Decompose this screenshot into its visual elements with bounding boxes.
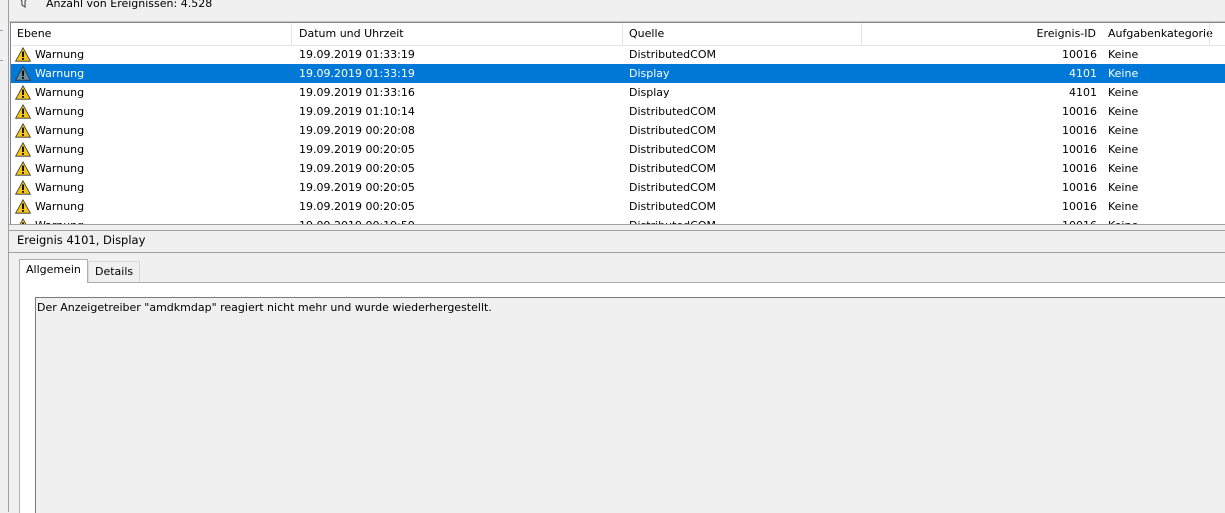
tab-general[interactable]: Allgemein (19, 259, 88, 283)
event-id-cell: 10016 (1062, 181, 1097, 194)
column-header-task-category[interactable]: Aufgabenkategorie (1102, 23, 1225, 45)
warning-icon (15, 104, 31, 119)
column-header-datetime[interactable]: Datum und Uhrzeit (293, 23, 623, 45)
datetime-cell: 19.09.2019 00:20:08 (299, 124, 415, 137)
level-cell: Warnung (35, 105, 85, 118)
datetime-cell: 19.09.2019 01:33:16 (299, 86, 415, 99)
event-id-cell: 10016 (1062, 143, 1097, 156)
level-cell: Warnung (35, 124, 85, 137)
task-category-cell: Keine (1108, 48, 1139, 61)
warning-icon (15, 180, 31, 195)
event-list[interactable]: Ebene Datum und Uhrzeit Quelle Ereignis-… (10, 22, 1225, 225)
datetime-cell: 19.09.2019 01:33:19 (299, 48, 415, 61)
event-count-bar: Anzahl von Ereignissen: 4.528 (9, 0, 1225, 22)
event-detail-title: Ereignis 4101, Display (17, 233, 146, 247)
event-message: Der Anzeigetreiber "amdkmdap" reagiert n… (37, 301, 492, 314)
source-cell: DistributedCOM (629, 48, 716, 61)
task-category-cell: Keine (1108, 181, 1139, 194)
table-row[interactable]: Warnung 19.09.2019 00:20:05 DistributedCOM… (11, 140, 1225, 159)
column-header-source[interactable]: Quelle (623, 23, 861, 45)
task-category-cell: Keine (1108, 124, 1139, 137)
table-row[interactable]: Warnung 19.09.2019 00:20:08 DistributedCOM… (11, 121, 1225, 140)
datetime-cell: 19.09.2019 00:20:05 (299, 143, 415, 156)
navigation-pane-edge (0, 0, 9, 512)
column-header-event-id[interactable]: Ereignis-ID (862, 23, 1102, 45)
level-cell: Warnung (35, 67, 85, 80)
source-cell: DistributedCOM (629, 162, 716, 175)
event-list-header: Ebene Datum und Uhrzeit Quelle Ereignis-… (11, 23, 1225, 46)
table-row[interactable]: Warnung 19.09.2019 01:33:19 Display 4101 Kei… (11, 64, 1225, 83)
source-cell: DistributedCOM (629, 200, 716, 213)
source-cell: DistributedCOM (629, 143, 716, 156)
datetime-cell: 19.09.2019 01:10:14 (299, 105, 415, 118)
column-header-level[interactable]: Ebene (11, 23, 291, 45)
level-cell: Warnung (35, 162, 85, 175)
task-category-cell: Keine (1108, 143, 1139, 156)
datetime-cell: 19.09.2019 00:20:05 (299, 200, 415, 213)
table-row[interactable]: Warnung 19.09.2019 00:20:05 DistributedCOM… (11, 197, 1225, 216)
event-id-cell: 10016 (1062, 162, 1097, 175)
level-cell: Warnung (35, 48, 85, 61)
warning-icon (15, 142, 31, 157)
task-category-cell: Keine (1108, 105, 1139, 118)
level-cell: Warnung (35, 86, 85, 99)
detail-divider (9, 252, 1225, 253)
event-message-box[interactable]: Der Anzeigetreiber "amdkmdap" reagiert n… (35, 297, 1225, 513)
level-cell: Warnung (35, 181, 85, 194)
event-id-cell: 10016 (1062, 48, 1097, 61)
source-cell: DistributedCOM (629, 181, 716, 194)
warning-icon (15, 66, 31, 81)
source-cell: Display (629, 67, 670, 80)
warning-icon (15, 199, 31, 214)
datetime-cell: 19.09.2019 00:20:05 (299, 181, 415, 194)
source-cell: Display (629, 86, 670, 99)
task-category-cell: Keine (1108, 67, 1139, 80)
task-category-cell: Keine (1108, 162, 1139, 175)
pane-splitter[interactable] (9, 224, 1225, 231)
warning-icon (15, 123, 31, 138)
warning-icon (15, 47, 31, 62)
datetime-cell: 19.09.2019 00:20:05 (299, 162, 415, 175)
task-category-cell: Keine (1108, 86, 1139, 99)
warning-icon (15, 85, 31, 100)
table-row[interactable]: Warnung 19.09.2019 01:10:14 DistributedCOM… (11, 102, 1225, 121)
event-id-cell: 4101 (1069, 86, 1097, 99)
source-cell: DistributedCOM (629, 124, 716, 137)
task-category-cell: Keine (1108, 200, 1139, 213)
event-count-label: Anzahl von Ereignissen: 4.528 (46, 0, 213, 10)
datetime-cell: 19.09.2019 01:33:19 (299, 67, 415, 80)
tab-details[interactable]: Details (88, 261, 141, 283)
table-row[interactable]: Warnung 19.09.2019 00:20:05 DistributedCOM… (11, 178, 1225, 197)
warning-icon (15, 161, 31, 176)
table-row[interactable]: Warnung 19.09.2019 01:33:16 Display 4101 Kei… (11, 83, 1225, 102)
filter-funnel-icon[interactable] (18, 0, 29, 8)
event-id-cell: 10016 (1062, 124, 1097, 137)
source-cell: DistributedCOM (629, 105, 716, 118)
level-cell: Warnung (35, 143, 85, 156)
level-cell: Warnung (35, 200, 85, 213)
table-row[interactable]: Warnung 19.09.2019 00:20:05 DistributedCOM… (11, 159, 1225, 178)
table-row[interactable]: Warnung 19.09.2019 01:33:19 DistributedCOM… (11, 45, 1225, 64)
event-id-cell: 4101 (1069, 67, 1097, 80)
event-id-cell: 10016 (1062, 105, 1097, 118)
event-id-cell: 10016 (1062, 200, 1097, 213)
